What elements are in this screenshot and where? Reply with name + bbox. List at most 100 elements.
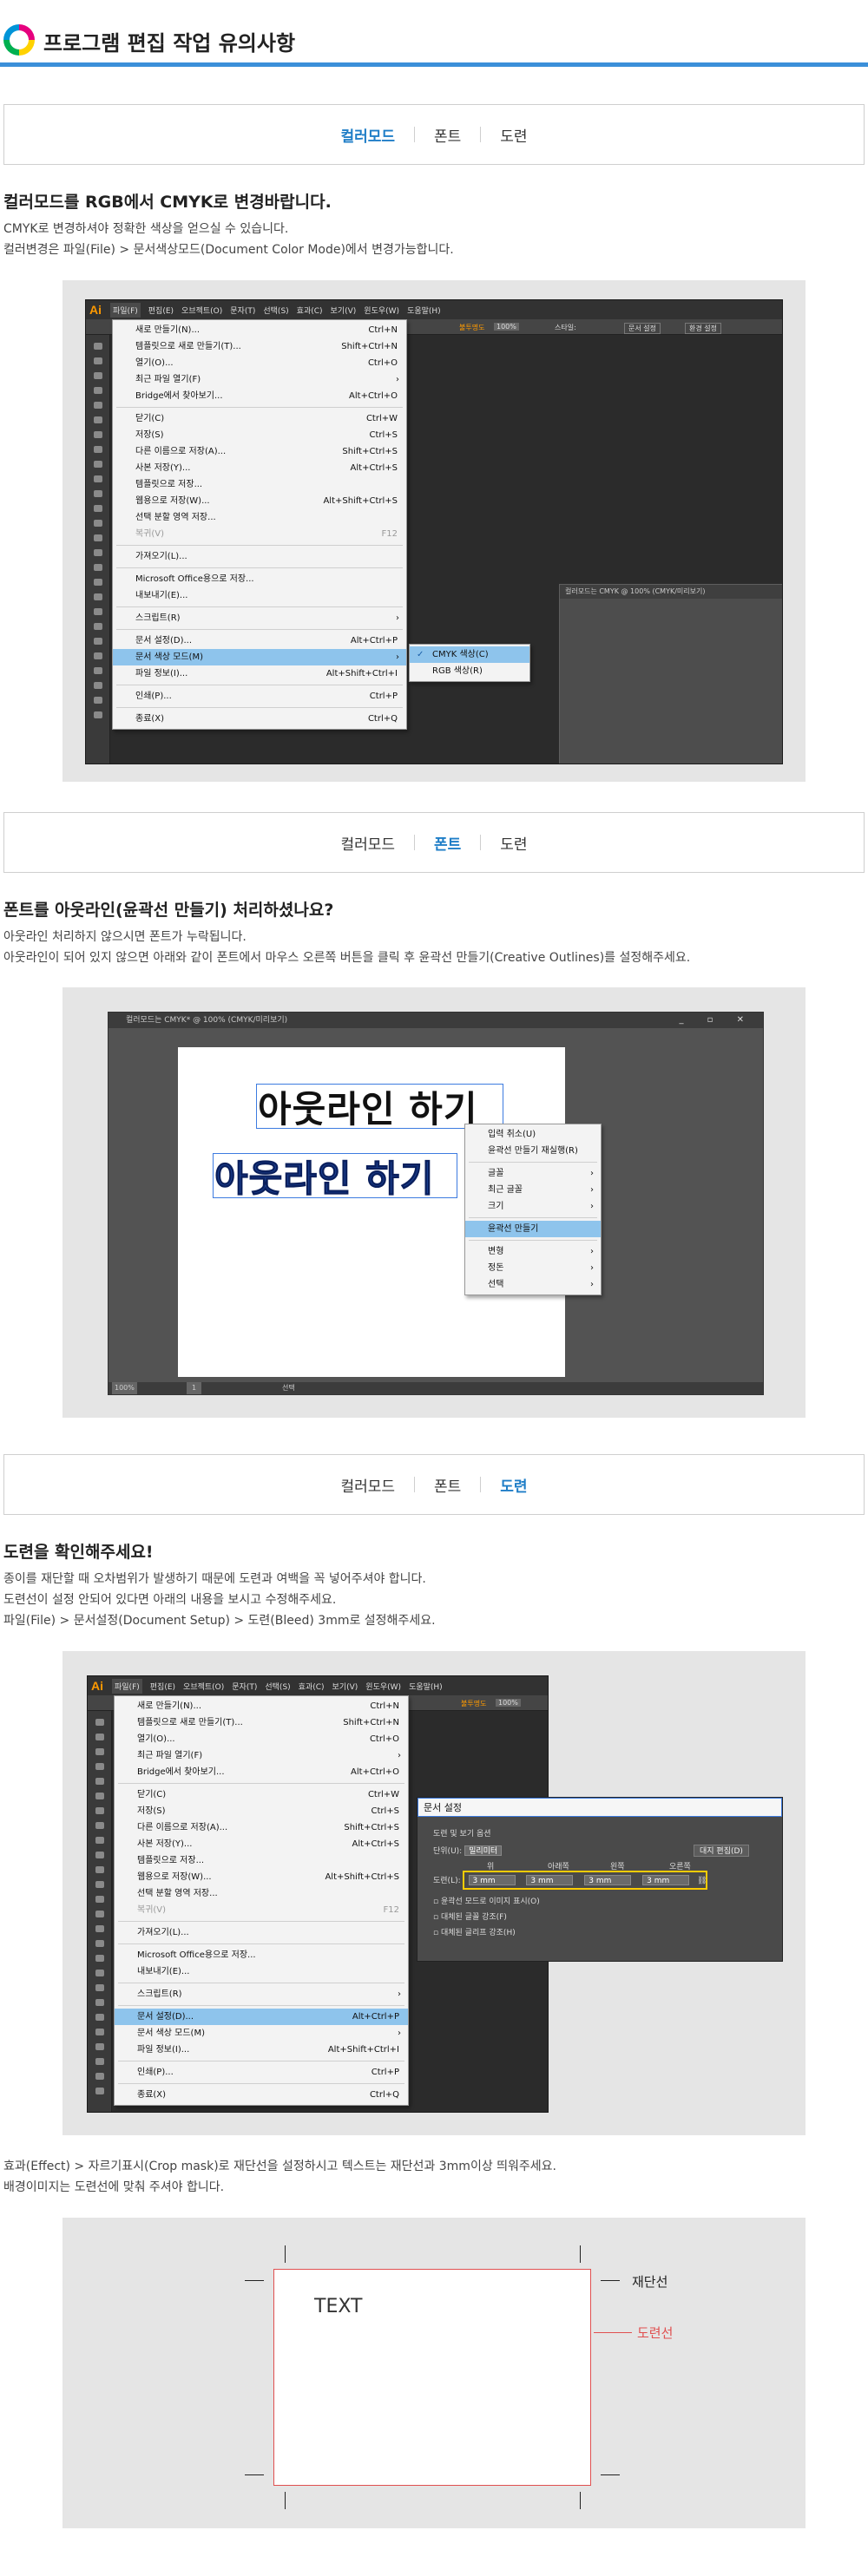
menu-help[interactable]: 도움말(H): [409, 1681, 443, 1692]
file-menu-item[interactable]: 파일 정보(I)... Alt+Shift+Ctrl+I: [113, 665, 406, 682]
file-menu-item[interactable]: 다른 이름으로 저장(A)... Shift+Ctrl+S: [115, 1819, 408, 1836]
tool-icon[interactable]: [95, 2073, 104, 2080]
tool-icon[interactable]: [94, 697, 102, 704]
file-menu-item[interactable]: 템플릿으로 저장...: [115, 1852, 408, 1869]
menu-window[interactable]: 윈도우(W): [364, 305, 399, 316]
tool-icon[interactable]: [95, 1955, 104, 1962]
file-menu-item[interactable]: 내보내기(E)...: [115, 1963, 408, 1980]
tool-icon[interactable]: [94, 343, 102, 350]
tool-icon[interactable]: [95, 2058, 104, 2065]
file-menu-item[interactable]: 스크립트(R) ›: [115, 1986, 408, 2002]
tool-icon[interactable]: [95, 1719, 104, 1726]
file-menu-item[interactable]: 문서 설정(D)... Alt+Ctrl+P: [115, 2009, 408, 2025]
preferences-button[interactable]: 환경 설정: [685, 323, 721, 334]
tab-color-mode[interactable]: 컬러모드: [321, 832, 414, 854]
file-menu-item[interactable]: 문서 설정(D)... Alt+Ctrl+P: [113, 633, 406, 649]
file-menu-item[interactable]: Bridge에서 찾아보기... Alt+Ctrl+O: [113, 388, 406, 404]
file-menu-item[interactable]: 템플릿으로 새로 만들기(T)... Shift+Ctrl+N: [115, 1714, 408, 1731]
tool-icon[interactable]: [95, 2088, 104, 2094]
file-menu-item[interactable]: Bridge에서 찾아보기... Alt+Ctrl+O: [115, 1764, 408, 1780]
tool-icon[interactable]: [95, 1778, 104, 1785]
tool-icon[interactable]: [95, 1866, 104, 1873]
tab-color-mode[interactable]: 컬러모드: [321, 124, 414, 146]
file-menu-item[interactable]: 인쇄(P)... Ctrl+P: [115, 2064, 408, 2081]
file-menu-item[interactable]: 최근 파일 열기(F) ›: [115, 1747, 408, 1764]
tool-icon[interactable]: [94, 505, 102, 512]
opacity-value[interactable]: 100%: [496, 1699, 521, 1707]
menu-item-rgb[interactable]: RGB 색상(R): [410, 663, 529, 679]
tool-icon[interactable]: [94, 549, 102, 556]
file-menu-item[interactable]: 사본 저장(Y)... Alt+Ctrl+S: [115, 1836, 408, 1852]
tab-bleed[interactable]: 도련: [481, 1474, 546, 1496]
tool-icon[interactable]: [94, 534, 102, 541]
file-menu-item[interactable]: 웹용으로 저장(W)... Alt+Shift+Ctrl+S: [115, 1869, 408, 1885]
tool-icon[interactable]: [94, 446, 102, 453]
tool-icon[interactable]: [94, 490, 102, 497]
tool-icon[interactable]: [95, 2043, 104, 2050]
tool-icon[interactable]: [95, 2014, 104, 2021]
tool-icon[interactable]: [94, 357, 102, 364]
tool-icon[interactable]: [95, 1837, 104, 1844]
menu-object[interactable]: 오브젝트(O): [181, 305, 222, 316]
tool-icon[interactable]: [94, 638, 102, 645]
menu-type[interactable]: 문자(T): [232, 1681, 257, 1692]
file-menu-item[interactable]: 스크립트(R) ›: [113, 610, 406, 626]
tool-icon[interactable]: [94, 608, 102, 615]
tool-icon[interactable]: [95, 1984, 104, 1991]
context-menu-item[interactable]: 입력 취소(U): [465, 1126, 601, 1143]
tool-icon[interactable]: [95, 1940, 104, 1947]
tool-icon[interactable]: [94, 652, 102, 659]
option-highlight-fonts[interactable]: ▫ 대체된 글꼴 강조(F): [433, 1911, 507, 1922]
tool-icon[interactable]: [95, 1970, 104, 1976]
context-menu-item[interactable]: 글꼴 ›: [465, 1165, 601, 1182]
file-menu-item[interactable]: 사본 저장(Y)... Alt+Ctrl+S: [113, 460, 406, 476]
file-menu-item[interactable]: 종료(X) Ctrl+Q: [115, 2087, 408, 2103]
menu-help[interactable]: 도움말(H): [407, 305, 441, 316]
menu-edit[interactable]: 편집(E): [150, 1681, 175, 1692]
tool-icon[interactable]: [94, 682, 102, 689]
context-menu-item[interactable]: 변형 ›: [465, 1243, 601, 1260]
tool-icon[interactable]: [94, 402, 102, 409]
file-menu-item[interactable]: 종료(X) Ctrl+Q: [113, 711, 406, 727]
tool-icon[interactable]: [95, 1896, 104, 1903]
tool-icon[interactable]: [95, 1999, 104, 2006]
file-menu-item[interactable]: 저장(S) Ctrl+S: [113, 427, 406, 443]
tool-icon[interactable]: [94, 416, 102, 423]
tool-icon[interactable]: [94, 564, 102, 571]
menu-effect[interactable]: 효과(C): [299, 1681, 325, 1692]
opacity-value[interactable]: 100%: [494, 323, 519, 331]
tool-icon[interactable]: [95, 1852, 104, 1858]
tab-font[interactable]: 폰트: [415, 1474, 480, 1496]
menu-window[interactable]: 윈도우(W): [365, 1681, 401, 1692]
file-menu-item[interactable]: 내보내기(E)...: [113, 587, 406, 604]
window-controls[interactable]: _ ▫ ✕: [679, 1013, 754, 1028]
file-menu-item[interactable]: 복귀(V) F12: [115, 1902, 408, 1918]
tool-icon[interactable]: [94, 520, 102, 527]
edit-artboard-button[interactable]: 대지 편집(D): [694, 1845, 749, 1857]
file-menu-item[interactable]: 새로 만들기(N)... Ctrl+N: [115, 1698, 408, 1714]
file-menu-item[interactable]: 새로 만들기(N)... Ctrl+N: [113, 322, 406, 338]
tool-icon[interactable]: [94, 431, 102, 438]
file-menu-item[interactable]: 파일 정보(I)... Alt+Shift+Ctrl+I: [115, 2042, 408, 2058]
menu-effect[interactable]: 효과(C): [297, 305, 323, 316]
tool-icon[interactable]: [94, 623, 102, 630]
tool-icon[interactable]: [94, 372, 102, 379]
menu-item-cmyk[interactable]: ✓ CMYK 색상(C): [410, 646, 529, 663]
menu-object[interactable]: 오브젝트(O): [183, 1681, 224, 1692]
tool-icon[interactable]: [95, 1925, 104, 1932]
file-menu-item[interactable]: 닫기(C) Ctrl+W: [115, 1786, 408, 1803]
doc-setup-button[interactable]: 문서 설정: [624, 323, 661, 334]
tab-bleed[interactable]: 도련: [481, 832, 546, 854]
context-menu-item[interactable]: 윤곽선 만들기: [465, 1221, 601, 1237]
file-menu-item[interactable]: 선택 분할 영역 저장...: [115, 1885, 408, 1902]
context-menu-item[interactable]: 최근 글꼴 ›: [465, 1182, 601, 1198]
file-menu-item[interactable]: 웹용으로 저장(W)... Alt+Shift+Ctrl+S: [113, 493, 406, 509]
menu-file[interactable]: 파일(F): [112, 1678, 142, 1694]
unit-select[interactable]: 밀리미터: [464, 1845, 503, 1856]
tool-icon[interactable]: [94, 579, 102, 586]
tab-font[interactable]: 폰트: [415, 124, 480, 146]
tab-bleed[interactable]: 도련: [481, 124, 546, 146]
file-menu-item[interactable]: 저장(S) Ctrl+S: [115, 1803, 408, 1819]
tool-icon[interactable]: [95, 1748, 104, 1755]
menu-view[interactable]: 보기(V): [332, 1681, 358, 1692]
